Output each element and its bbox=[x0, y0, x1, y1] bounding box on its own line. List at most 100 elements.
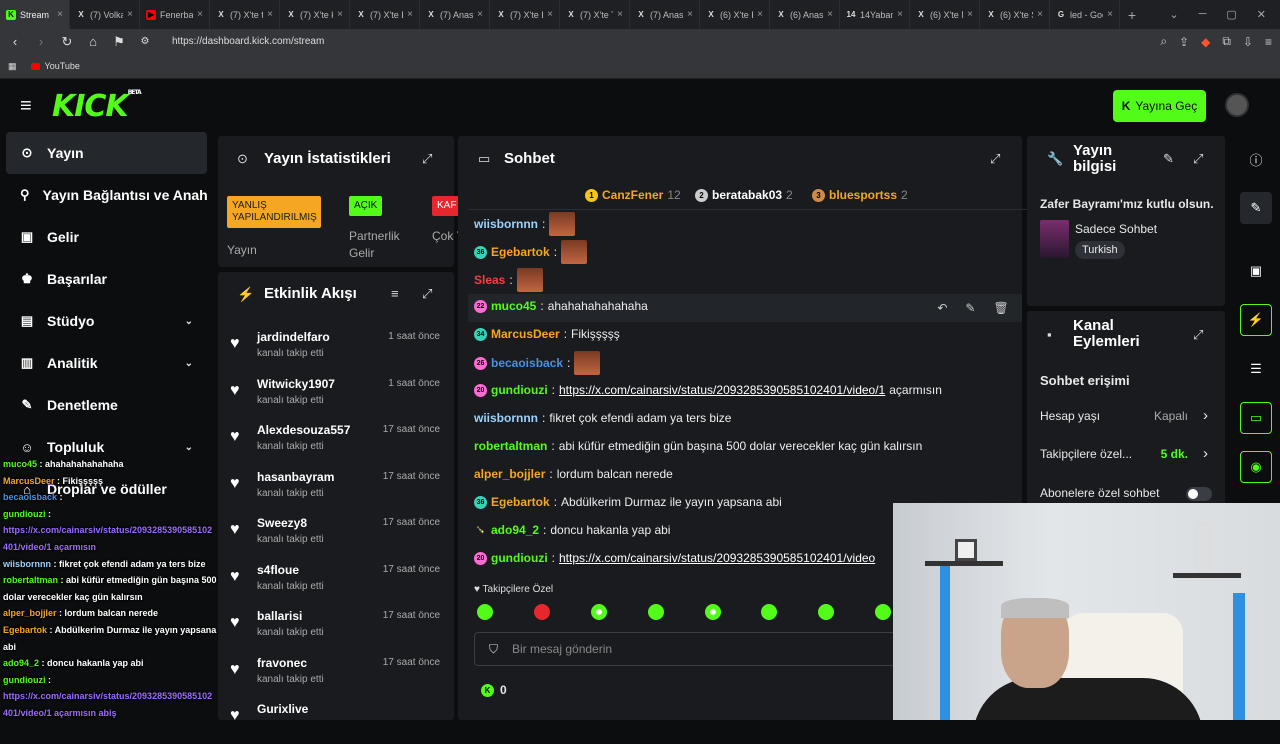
close-tab-icon[interactable]: × bbox=[547, 9, 553, 20]
delete-icon[interactable]: 🗑 bbox=[993, 301, 1008, 315]
chat-username[interactable]: wiisbornnn bbox=[474, 411, 538, 425]
activity-item[interactable]: ♥ hasanbayram kanalı takip etti 17 saat önc… bbox=[218, 466, 454, 512]
emote-icon[interactable] bbox=[648, 604, 664, 620]
chat-username[interactable]: Sleas bbox=[474, 273, 505, 287]
browser-tab[interactable]: X (6) X'te Sc × bbox=[980, 0, 1050, 29]
top-chatter[interactable]: 1 CanzFener 12 bbox=[585, 188, 681, 202]
info-icon[interactable]: ⓘ bbox=[1240, 143, 1272, 175]
sidebar-item[interactable]: ▤ Stüdyo ⌄ bbox=[6, 300, 207, 342]
kick-logo[interactable]: KICKBETA bbox=[52, 89, 142, 124]
chat-message[interactable]: 🍾 ado94_2: doncu hakanla yap abi bbox=[474, 523, 670, 537]
chat-username[interactable]: alper_bojjler bbox=[474, 467, 545, 481]
activity-item[interactable]: ♥ Alexdesouza557 kanalı takip etti 17 saat … bbox=[218, 419, 454, 465]
chat-username[interactable]: ado94_2 bbox=[491, 523, 539, 537]
chat-message[interactable]: 36 Egebartok: bbox=[474, 240, 588, 264]
expand-icon[interactable]: ⤢ bbox=[422, 286, 432, 302]
channel-points[interactable]: K 0 bbox=[481, 683, 507, 697]
close-tab-icon[interactable]: × bbox=[827, 9, 833, 20]
close-tab-icon[interactable]: × bbox=[477, 9, 483, 20]
filter-icon[interactable]: ≡ bbox=[391, 286, 399, 301]
list-icon[interactable]: ☰ bbox=[1240, 353, 1272, 385]
chat-message[interactable]: Sleas: bbox=[474, 268, 543, 292]
close-tab-icon[interactable]: × bbox=[337, 9, 343, 20]
emote-icon[interactable] bbox=[591, 604, 607, 620]
maximize-icon[interactable]: ▢ bbox=[1226, 8, 1236, 21]
emote-icon[interactable] bbox=[761, 604, 777, 620]
download-icon[interactable]: ⇩ bbox=[1243, 35, 1253, 49]
record-icon[interactable]: ◉ bbox=[1240, 451, 1272, 483]
sidebar-item[interactable]: ⚲ Yayın Bağlantısı ve Anahtarı bbox=[6, 174, 207, 216]
activity-item[interactable]: ♥ Witwicky1907 kanalı takip etti 1 saat önc… bbox=[218, 373, 454, 419]
activity-item[interactable]: ♥ ballarisi kanalı takip etti 17 saat önce bbox=[218, 605, 454, 651]
apps-icon[interactable]: ▦ bbox=[8, 61, 17, 72]
back-icon[interactable]: ‹ bbox=[8, 34, 22, 49]
browser-tab[interactable]: X (6) X'te Fe × bbox=[700, 0, 770, 29]
reload-icon[interactable]: ↻ bbox=[60, 34, 74, 50]
close-tab-icon[interactable]: × bbox=[407, 9, 413, 20]
hamburger-menu-icon[interactable]: ≡ bbox=[20, 95, 34, 118]
close-tab-icon[interactable]: × bbox=[1107, 9, 1113, 20]
browser-tab[interactable]: X (6) Anasay× bbox=[770, 0, 840, 29]
close-tab-icon[interactable]: × bbox=[967, 9, 973, 20]
expand-icon[interactable]: ⤢ bbox=[1193, 151, 1203, 167]
chat-username[interactable]: becaoisback bbox=[491, 356, 563, 370]
top-chatter[interactable]: 3 bluesportss 2 bbox=[812, 188, 908, 202]
share-icon[interactable]: ⇪ bbox=[1179, 35, 1189, 49]
chat-message[interactable]: 26 becaoisback: bbox=[474, 351, 601, 375]
browser-tab[interactable]: X (7) X'te ka × bbox=[280, 0, 350, 29]
sidebar-item[interactable]: ♚ Başarılar bbox=[6, 258, 207, 300]
chat-username[interactable]: gundiouzi bbox=[491, 551, 548, 565]
chat-message[interactable]: 20 gundiouzi: https://x.com/cainarsiv/stat… bbox=[474, 551, 875, 565]
browser-tab[interactable]: X (7) X'te Th × bbox=[560, 0, 630, 29]
lightning-rail-icon[interactable]: ⚡ bbox=[1240, 304, 1272, 336]
browser-tab[interactable]: X (7) Volkan × bbox=[70, 0, 140, 29]
new-tab-icon[interactable]: + bbox=[1120, 7, 1144, 23]
action-row[interactable]: Hesap yaşı Kapalı › bbox=[1040, 407, 1212, 429]
user-avatar[interactable] bbox=[1225, 93, 1249, 117]
browser-tab[interactable]: 14 14Yaban × bbox=[840, 0, 910, 29]
chevron-down-icon[interactable]: ⌄ bbox=[1169, 8, 1178, 21]
expand-icon[interactable]: ⤢ bbox=[422, 151, 432, 167]
activity-item[interactable]: ♥ s4floue kanalı takip etti 17 saat önce bbox=[218, 559, 454, 605]
reply-icon[interactable]: ↶ bbox=[937, 301, 947, 315]
browser-tab[interactable]: K Stream × bbox=[0, 0, 70, 29]
pin-icon[interactable]: ✎ bbox=[965, 301, 975, 315]
chat-username[interactable]: Egebartok bbox=[491, 245, 550, 259]
chat-message[interactable]: 20 gundiouzi: https://x.com/cainarsiv/stat… bbox=[474, 383, 942, 397]
close-tab-icon[interactable]: × bbox=[897, 9, 903, 20]
browser-tab[interactable]: X (7) Anasay× bbox=[420, 0, 490, 29]
close-tab-icon[interactable]: × bbox=[127, 9, 133, 20]
chat-username[interactable]: robertaltman bbox=[474, 439, 547, 453]
video-icon[interactable]: ▣ bbox=[1240, 255, 1272, 287]
expand-icon[interactable]: ⤢ bbox=[1193, 327, 1203, 343]
chat-message[interactable]: 34 MarcusDeer: Fikişşşşş bbox=[474, 327, 620, 341]
browser-tab[interactable]: X (6) X'te M × bbox=[910, 0, 980, 29]
chat-message[interactable]: alper_bojjler: lordum balcan nerede bbox=[474, 467, 673, 481]
emote-icon[interactable] bbox=[875, 604, 891, 620]
chat-username[interactable]: wiisbornnn bbox=[474, 217, 538, 231]
close-tab-icon[interactable]: × bbox=[757, 9, 763, 20]
browser-tab[interactable]: ▶ Fenerbahç× bbox=[140, 0, 210, 29]
close-tab-icon[interactable]: × bbox=[617, 9, 623, 20]
chat-message[interactable]: 36 Egebartok: Abdülkerim Durmaz ile yayın … bbox=[474, 495, 782, 509]
chat-message[interactable]: 22 muco45: ahahahahahahaha bbox=[474, 299, 648, 313]
chat-link[interactable]: https://x.com/cainarsiv/status/209328539… bbox=[559, 551, 875, 565]
edit-rail-icon[interactable]: ✎ bbox=[1240, 192, 1272, 224]
activity-item[interactable]: ♥ jardindelfaro kanalı takip etti 1 saat ön… bbox=[218, 326, 454, 372]
sidebar-item[interactable]: ⊙ Yayın bbox=[6, 132, 207, 174]
browser-tab[interactable]: X (7) Anasay× bbox=[630, 0, 700, 29]
chat-message[interactable]: robertaltman: abi küfür etmediğin gün baş… bbox=[474, 439, 922, 453]
menu-icon[interactable]: ≡ bbox=[1265, 35, 1272, 49]
bookmark-icon[interactable]: ⚑ bbox=[112, 34, 126, 50]
sidebar-item[interactable]: ▥ Analitik ⌄ bbox=[6, 342, 207, 384]
chat-username[interactable]: muco45 bbox=[491, 299, 536, 313]
forward-icon[interactable]: › bbox=[34, 34, 48, 49]
chat-link[interactable]: https://x.com/cainarsiv/status/209328539… bbox=[559, 383, 885, 397]
extensions-icon[interactable]: ⧉ bbox=[1222, 34, 1231, 49]
browser-tab[interactable]: X (7) X'te El × bbox=[490, 0, 560, 29]
close-tab-icon[interactable]: × bbox=[1037, 9, 1043, 20]
close-tab-icon[interactable]: × bbox=[687, 9, 693, 20]
close-window-icon[interactable]: ✕ bbox=[1257, 8, 1266, 21]
home-icon[interactable]: ⌂ bbox=[86, 34, 100, 49]
bookmark-youtube[interactable]: YouTube bbox=[30, 61, 80, 71]
